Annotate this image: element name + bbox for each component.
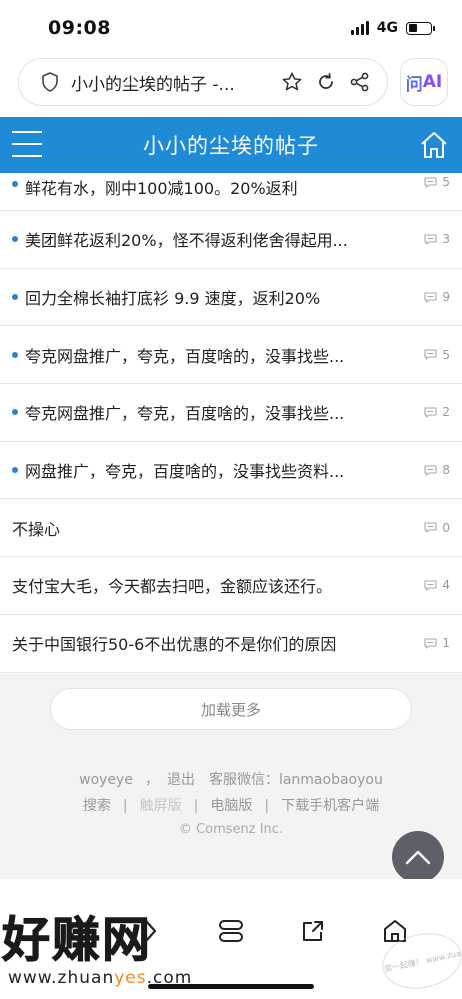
comment-icon: [424, 465, 437, 476]
comment-icon: [424, 638, 437, 649]
status-time: 09:08: [48, 17, 111, 39]
ai-assistant-button[interactable]: 问 AI: [400, 58, 448, 106]
thread-title[interactable]: 支付宝大毛，今天都去扫吧，金额应该还行。: [12, 573, 424, 597]
tabs-icon[interactable]: [216, 916, 246, 946]
home-icon[interactable]: [418, 129, 450, 161]
status-indicators: 4G: [350, 20, 435, 36]
reply-count-value: 0: [442, 520, 450, 535]
footer-links: 搜索 | 触屏版 | 电脑版 | 下载手机客户端: [0, 795, 462, 815]
reply-count: 5: [424, 175, 450, 189]
footer-user-line: woyeye，退出 客服微信：lanmaobaoyou: [0, 769, 462, 789]
thread-row[interactable]: 鲜花有水，刚中100减100。20%返利 5: [0, 173, 462, 211]
share-box-icon[interactable]: [298, 916, 328, 946]
reload-icon[interactable]: [309, 65, 343, 99]
customer-service-text: 客服微信：lanmaobaoyou: [208, 772, 383, 788]
comment-icon: [424, 234, 437, 245]
reply-count-value: 4: [442, 578, 450, 593]
comment-icon: [424, 176, 437, 188]
comment-icon: [424, 291, 437, 303]
comment-icon: [424, 580, 437, 591]
page-title[interactable]: 小小的尘埃的帖子 -...: [71, 70, 275, 95]
star-icon[interactable]: [275, 65, 309, 99]
thread-bullet: [12, 409, 18, 416]
forum-header: 小小的尘埃的帖子: [0, 117, 462, 173]
touch-version-link[interactable]: 触屏版: [140, 795, 182, 815]
thread-bullet: [12, 351, 18, 358]
back-to-top-button[interactable]: [392, 831, 444, 883]
chevron-up-icon: [405, 850, 431, 865]
search-link[interactable]: 搜索: [83, 795, 111, 815]
site-watermark: 好赚网 www.zhuanyes.com: [1, 912, 202, 992]
reply-count: 8: [424, 463, 450, 477]
reply-count-value: 5: [442, 175, 450, 189]
thread-title[interactable]: 美团鲜花返利20%，怪不得返利佬舍得起用...: [25, 227, 424, 251]
copyright: © Comsenz Inc.: [178, 822, 284, 837]
address-bar[interactable]: 小小的尘埃的帖子 -...: [18, 58, 388, 106]
thread-title[interactable]: 鲜花有水，刚中100减100。20%返利: [25, 175, 424, 199]
reply-count: 5: [424, 348, 450, 362]
share-icon[interactable]: [343, 65, 377, 99]
thread-row[interactable]: 夸克网盘推广，夸克，百度啥的，没事找些... 2: [0, 384, 462, 442]
forum-title: 小小的尘埃的帖子: [143, 134, 319, 158]
load-more-button[interactable]: 加载更多: [50, 688, 412, 730]
thread-row[interactable]: 支付宝大毛，今天都去扫吧，金额应该还行。 4: [0, 557, 462, 615]
download-client-link[interactable]: 下载手机客户端: [281, 795, 379, 815]
username-link[interactable]: woyeye: [79, 772, 133, 788]
shield-icon[interactable]: [39, 65, 61, 99]
thread-title[interactable]: 不操心: [12, 516, 424, 540]
comment-icon: [424, 349, 437, 360]
thread-title[interactable]: 关于中国银行50-6不出优惠的不是你们的原因: [12, 631, 424, 655]
reply-count-value: 8: [442, 463, 450, 478]
reply-count: 0: [424, 521, 450, 535]
ai-label-1: 问: [405, 74, 423, 95]
reply-count: 4: [424, 578, 450, 592]
thread-row[interactable]: 关于中国银行50-6不出优惠的不是你们的原因 1: [0, 614, 462, 673]
logout-link[interactable]: 退出: [167, 769, 195, 789]
comment-icon: [424, 522, 437, 533]
thread-row[interactable]: 网盘推广，夸克，百度啥的，没事找些资料... 8: [0, 441, 462, 500]
pc-version-link[interactable]: 电脑版: [210, 795, 252, 815]
thread-bullet: [12, 294, 18, 301]
thread-bullet: [12, 236, 18, 243]
signal-icon: [350, 21, 369, 35]
reply-count: 9: [424, 290, 450, 304]
network-type: 4G: [376, 20, 398, 36]
reply-count-value: 5: [442, 347, 450, 362]
home-indicator[interactable]: [148, 984, 314, 989]
thread-row[interactable]: 夸克网盘推广，夸克，百度啥的，没事找些... 5: [0, 326, 462, 385]
thread-bullet: [12, 467, 18, 474]
watermark-brand: 好赚网: [1, 912, 153, 969]
comment-icon: [424, 407, 437, 418]
reply-count-value: 3: [442, 232, 450, 247]
status-bar: 09:08 4G: [0, 0, 462, 56]
footer-area: 加载更多 woyeye，退出 客服微信：lanmaobaoyou 搜索 | 触屏版 | 电…: [0, 674, 462, 883]
menu-icon[interactable]: [12, 131, 42, 159]
thread-list: 鲜花有水，刚中100减100。20%返利 5 美团鲜花返利20%，怪不得返利佬舍得起…: [0, 173, 462, 673]
reply-count: 3: [424, 232, 450, 246]
thread-title[interactable]: 回力全棉长袖打底衫 9.9 速度，返利20%: [25, 285, 424, 309]
page-end-spacer: [0, 879, 462, 904]
ai-label-2: AI: [422, 72, 443, 92]
reply-count-value: 2: [442, 405, 450, 420]
thread-bullet: [12, 181, 18, 187]
browser-bottom-toolbar: 好赚网 www.zhuanyes.com 赚客吧，有奖一起赚！ www.zuan…: [0, 904, 462, 999]
thread-row[interactable]: 不操心 0: [0, 499, 462, 558]
reply-count-value: 1: [442, 636, 450, 651]
thread-title[interactable]: 网盘推广，夸克，百度啥的，没事找些资料...: [25, 458, 424, 482]
browser-address-row: 小小的尘埃的帖子 -... 问 AI: [18, 58, 448, 106]
thread-title[interactable]: 夸克网盘推广，夸克，百度啥的，没事找些...: [25, 400, 424, 424]
thread-row[interactable]: 美团鲜花返利20%，怪不得返利佬舍得起用... 3: [0, 211, 462, 269]
battery-icon: [406, 21, 435, 35]
thread-row[interactable]: 回力全棉长袖打底衫 9.9 速度，返利20% 9: [0, 268, 462, 327]
reply-count: 1: [424, 636, 450, 650]
thread-title[interactable]: 夸克网盘推广，夸克，百度啥的，没事找些...: [25, 343, 424, 367]
reply-count-value: 9: [442, 290, 450, 305]
reply-count: 2: [424, 405, 450, 419]
